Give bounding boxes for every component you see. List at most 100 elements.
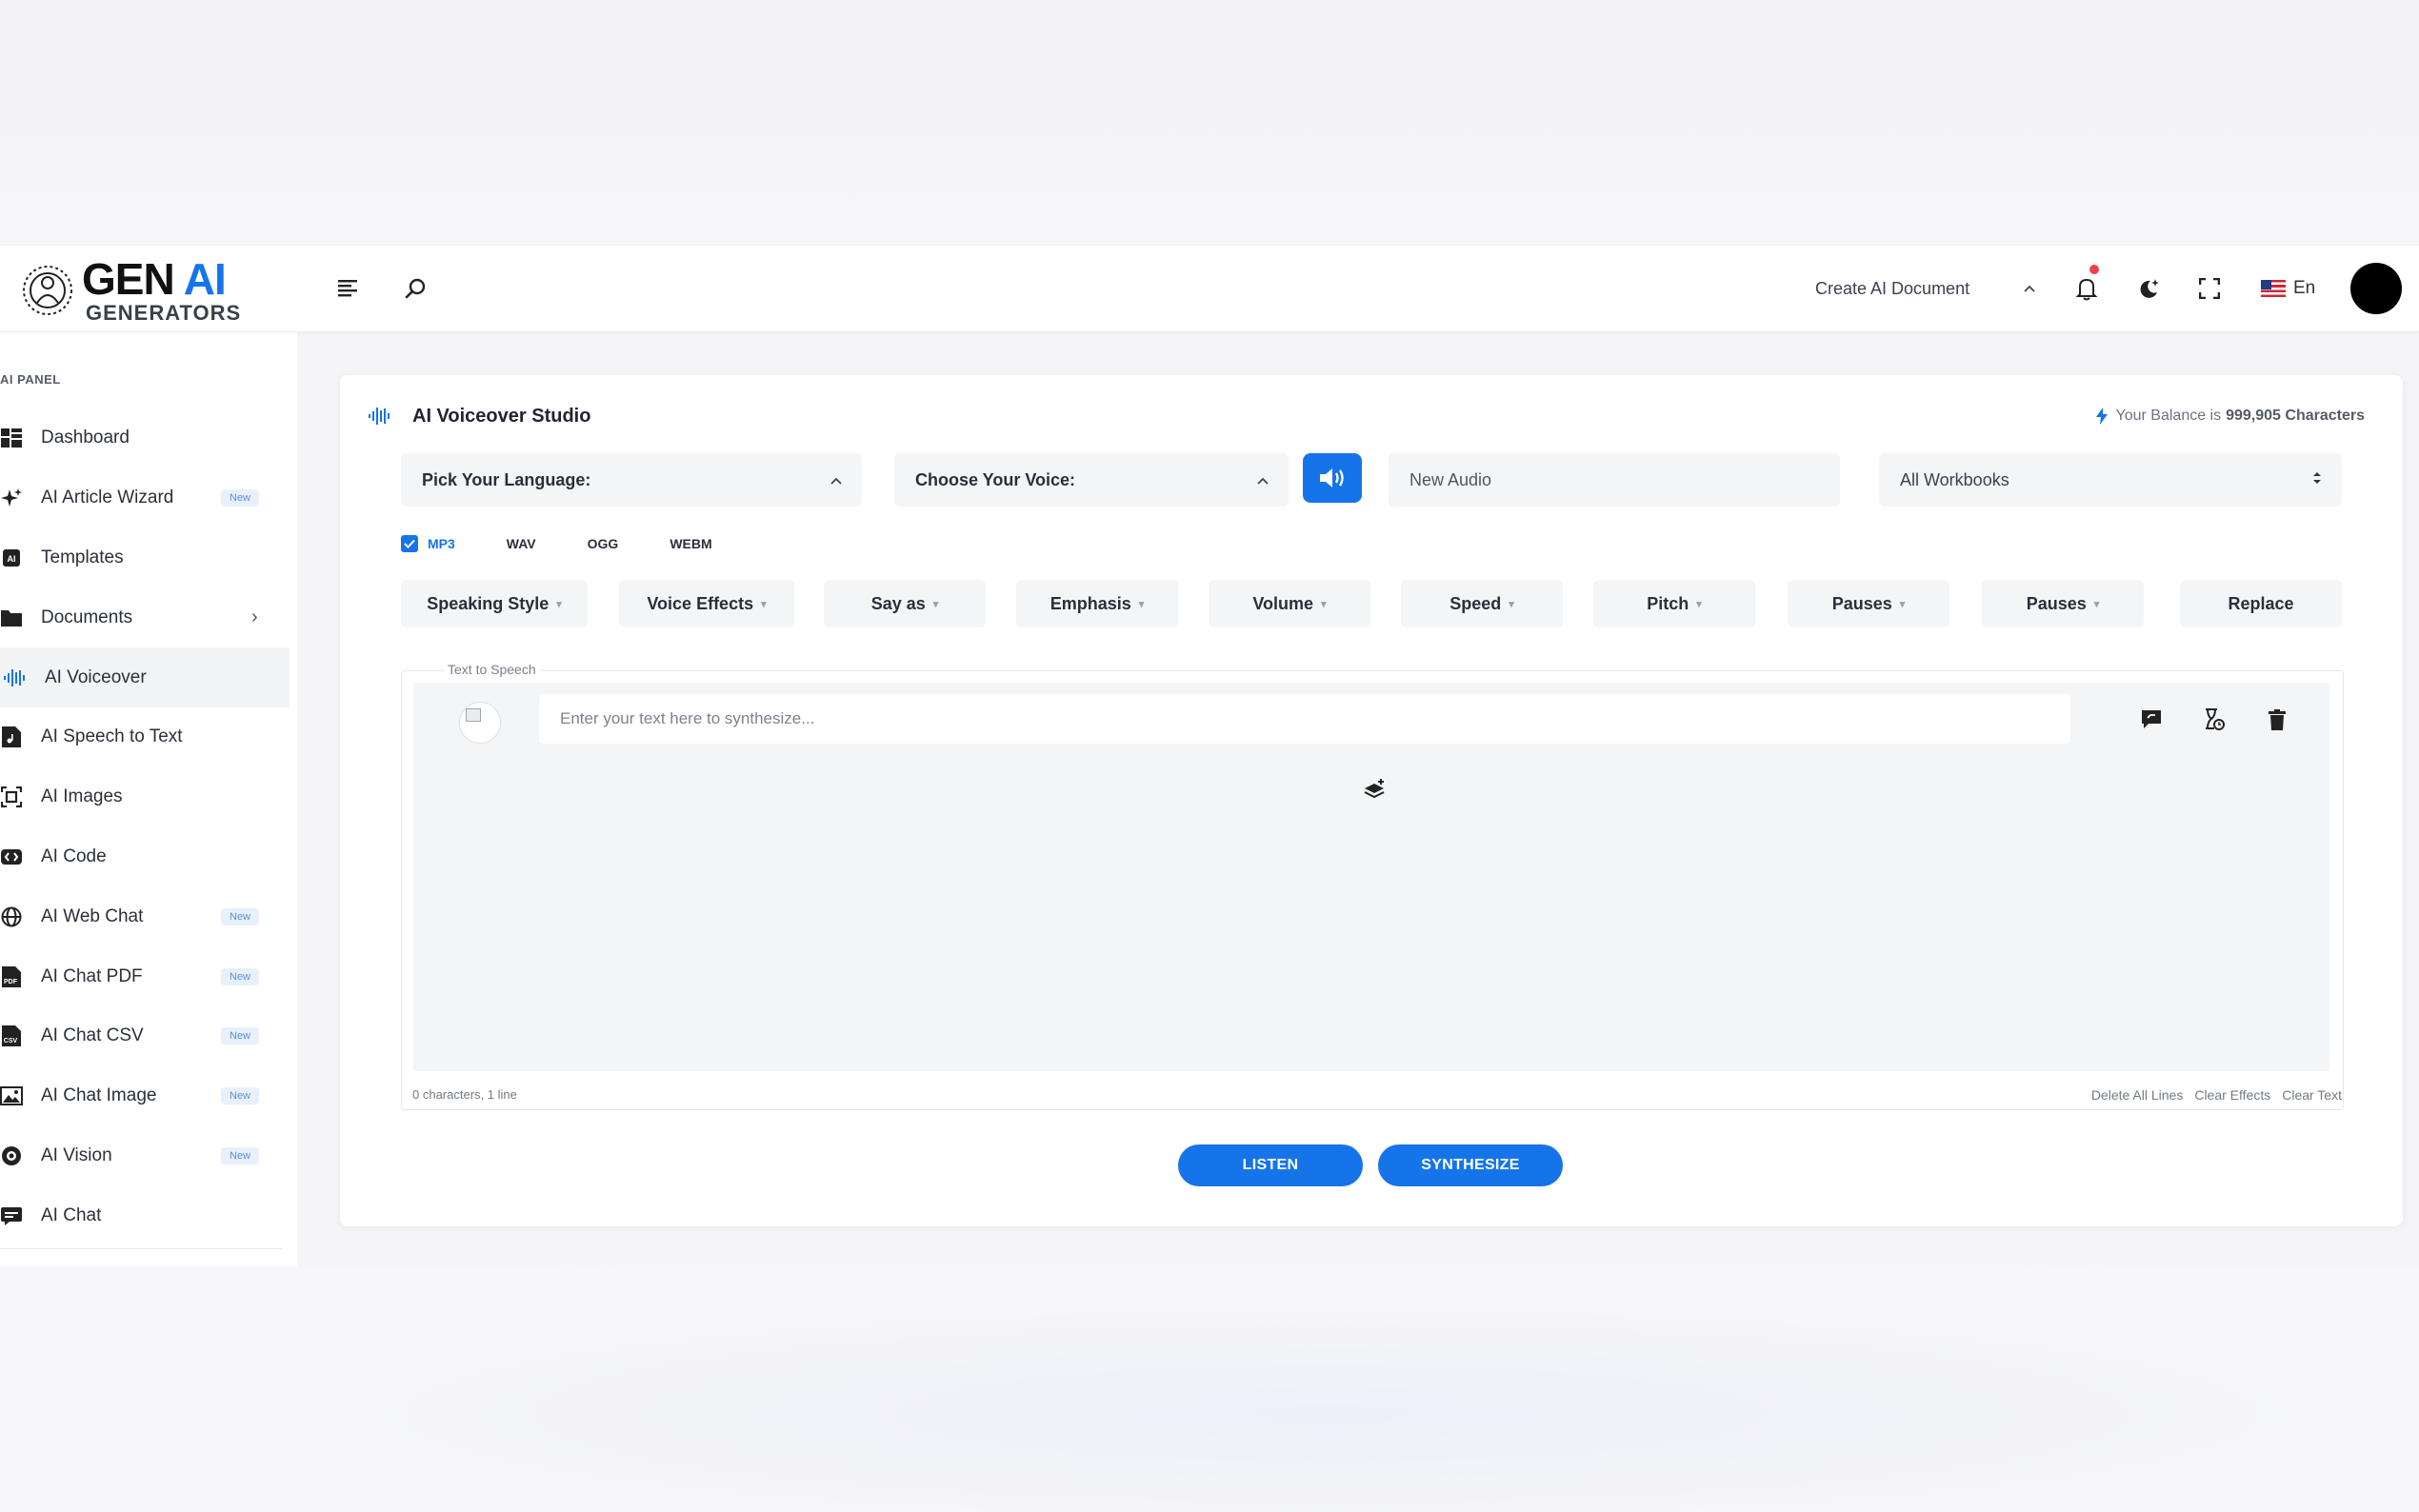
format-ogg[interactable]: OGG [560, 535, 619, 552]
option-label: Pauses [1831, 593, 1892, 613]
search-icon[interactable] [400, 272, 432, 305]
code-icon [0, 846, 23, 868]
fullscreen-icon[interactable] [2193, 272, 2226, 305]
synthesize-button[interactable]: SYNTHESIZE [1378, 1144, 1563, 1186]
caret-down-icon: ▾ [932, 598, 939, 610]
waveform-icon [369, 406, 393, 431]
svg-text:AI: AI [8, 554, 16, 564]
sidebar-item-ai-chat[interactable]: AI Chat [0, 1185, 290, 1245]
caret-down-icon: ▾ [2093, 598, 2100, 610]
bottom-background [0, 1266, 2419, 1512]
replace-button[interactable]: Replace [2180, 580, 2342, 627]
option-label: Emphasis [1050, 593, 1131, 613]
sidebar-item-ai-article-wizard[interactable]: AI Article Wizard New [0, 468, 290, 528]
voice-select-label: Choose Your Voice: [915, 469, 1076, 489]
voice-avatar[interactable] [459, 702, 501, 744]
checkbox[interactable] [643, 535, 661, 552]
chat-icon [0, 1204, 23, 1227]
pauses-dropdown[interactable]: Pauses ▾ [1788, 580, 1949, 627]
top-background [0, 0, 2419, 246]
voice-effects-dropdown[interactable]: Voice Effects ▾ [619, 580, 794, 627]
voice-select[interactable]: Choose Your Voice: [894, 453, 1289, 507]
format-mp3[interactable]: MP3 [401, 535, 455, 552]
sidebar-item-templates[interactable]: AI Templates [0, 528, 290, 588]
us-flag-icon [2261, 280, 2286, 297]
clear-effects-link[interactable]: Clear Effects [2194, 1087, 2270, 1103]
sidebar-item-ai-speech-to-text[interactable]: AI Speech to Text [0, 707, 290, 767]
brand-logo[interactable]: GEN AI GENERATORS [21, 257, 241, 324]
sidebar-item-ai-chat-csv[interactable]: CSV AI Chat CSV New [0, 1006, 290, 1066]
trash-icon[interactable] [2263, 706, 2291, 734]
top-header: GEN AI GENERATORS Create AI Document En [0, 246, 2419, 332]
page-title: AI Voiceover Studio [412, 406, 591, 427]
pauses-dropdown-2[interactable]: Pauses ▾ [1982, 580, 2144, 627]
new-badge: New [221, 1027, 260, 1045]
option-label: Speaking Style [427, 593, 550, 613]
synthesize-text-input[interactable]: Enter your text here to synthesize... [539, 694, 2070, 744]
new-badge: New [221, 489, 260, 507]
sidebar-item-ai-chat-pdf[interactable]: PDF AI Chat PDF New [0, 946, 290, 1006]
sidebar-item-ai-code[interactable]: AI Code [0, 827, 290, 887]
caret-down-icon: ▾ [1696, 598, 1702, 610]
chevron-up-icon[interactable] [2013, 272, 2046, 305]
sidebar-item-dashboard[interactable]: Dashboard [0, 408, 290, 468]
language-selector[interactable]: En [2261, 272, 2315, 305]
checkbox[interactable] [479, 535, 497, 552]
format-webm[interactable]: WEBM [643, 535, 712, 552]
workbook-select-label: All Workbooks [1900, 469, 2009, 489]
checkbox-checked[interactable] [401, 535, 418, 552]
speaking-style-dropdown[interactable]: Speaking Style ▾ [401, 580, 588, 627]
user-avatar[interactable] [2350, 263, 2402, 314]
caret-down-icon: ▾ [556, 598, 562, 610]
sidebar-item-ai-vision[interactable]: AI Vision New [0, 1126, 290, 1186]
voiceover-studio-card: AI Voiceover Studio Your Balance is 999,… [340, 375, 2403, 1226]
dashboard-icon [0, 427, 23, 449]
delete-all-lines-link[interactable]: Delete All Lines [2091, 1087, 2184, 1103]
volume-dropdown[interactable]: Volume ▾ [1209, 580, 1370, 627]
sidebar-item-ai-chat-image[interactable]: AI Chat Image New [0, 1066, 290, 1126]
add-layer-icon[interactable] [1364, 778, 1387, 806]
preview-voice-button[interactable] [1303, 453, 1362, 503]
balance-value: 999,905 Characters [2226, 408, 2365, 424]
sidebar-item-ai-images[interactable]: AI Images [0, 767, 290, 827]
format-label: OGG [587, 536, 619, 551]
emphasis-dropdown[interactable]: Emphasis ▾ [1016, 580, 1178, 627]
sidebar-item-ai-web-chat[interactable]: AI Web Chat New [0, 886, 290, 946]
new-badge: New [221, 907, 260, 925]
balance-info: Your Balance is 999,905 Characters [2095, 408, 2365, 425]
caret-down-icon: ▾ [1509, 598, 1514, 610]
option-label: Say as [870, 593, 926, 613]
new-badge: New [221, 1146, 260, 1164]
sidebar-item-documents[interactable]: Documents › [0, 587, 290, 647]
tts-legend: Text to Speech [444, 662, 540, 677]
sidebar-item-label: AI Chat Image [41, 1085, 157, 1106]
chevron-right-icon: › [251, 607, 258, 628]
comment-icon[interactable] [2137, 706, 2166, 734]
option-label: Volume [1252, 593, 1314, 613]
moon-icon[interactable] [2132, 272, 2165, 305]
speed-dropdown[interactable]: Speed ▾ [1401, 580, 1563, 627]
listen-button[interactable]: LISTEN [1178, 1144, 1363, 1186]
audio-name-input[interactable]: New Audio [1389, 453, 1840, 507]
language-select[interactable]: Pick Your Language: [401, 453, 862, 507]
checkbox[interactable] [560, 535, 578, 552]
speaker-icon [1320, 468, 1344, 487]
image-scan-icon [0, 786, 23, 808]
caret-down-icon: ▾ [761, 598, 767, 610]
format-label: MP3 [428, 536, 455, 551]
pitch-dropdown[interactable]: Pitch ▾ [1593, 580, 1755, 627]
format-wav[interactable]: WAV [479, 535, 536, 552]
brand-ai: AI [183, 254, 227, 304]
create-ai-document-link[interactable]: Create AI Document [1815, 272, 1969, 305]
timer-icon[interactable] [2200, 706, 2229, 734]
sidebar: AI PANEL Dashboard AI Article Wizard New… [0, 332, 297, 1266]
character-counter: 0 characters, 1 line [412, 1087, 517, 1102]
clear-text-link[interactable]: Clear Text [2282, 1087, 2342, 1103]
menu-icon[interactable] [332, 272, 365, 305]
picture-icon [0, 1084, 23, 1107]
say-as-dropdown[interactable]: Say as ▾ [824, 580, 986, 627]
bell-icon[interactable] [2070, 272, 2103, 305]
workbook-select[interactable]: All Workbooks [1879, 453, 2342, 507]
option-label: Pitch [1647, 593, 1689, 613]
sidebar-item-ai-voiceover[interactable]: AI Voiceover [0, 647, 290, 707]
